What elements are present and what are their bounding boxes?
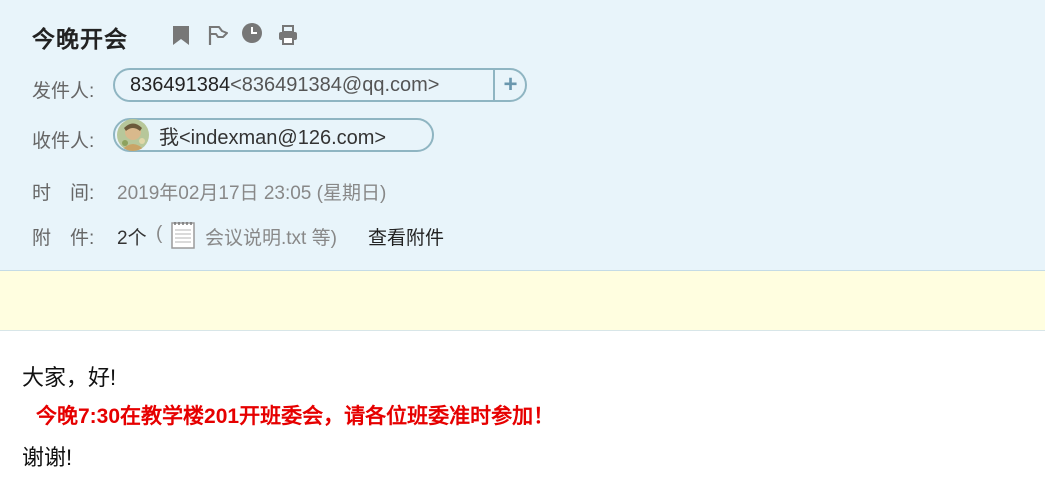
- clock-icon[interactable]: [241, 22, 263, 44]
- recipient-chip[interactable]: 我<indexman@126.com>: [113, 118, 434, 152]
- flag-icon[interactable]: [206, 24, 228, 46]
- text-file-icon: [171, 221, 195, 249]
- attachment-open-paren: (: [156, 223, 163, 244]
- sender-address: <836491384@qq.com>: [230, 73, 440, 96]
- print-icon[interactable]: [277, 24, 299, 46]
- sender-chip[interactable]: 836491384 <836491384@qq.com> +: [113, 68, 527, 102]
- time-value: 2019年02月17日 23:05 (星期日): [117, 183, 387, 204]
- body-highlight: 今晚7:30在教学楼201开班委会，请各位班委准时参加！: [36, 405, 555, 428]
- attachment-label: 附 件:: [32, 228, 95, 249]
- bookmark-icon[interactable]: [170, 24, 192, 46]
- add-contact-button[interactable]: +: [496, 70, 525, 100]
- notice-bar: [0, 271, 1045, 331]
- chip-divider: [493, 70, 495, 100]
- body-thanks: 谢谢!: [22, 445, 73, 470]
- mail-header: 今晚开会 发件人: 836491384 <836491384@qq.com> +…: [0, 0, 1045, 271]
- avatar: [117, 119, 149, 151]
- body-greeting: 大家，好!: [22, 365, 117, 390]
- recipient-text: 我<indexman@126.com>: [159, 126, 387, 149]
- view-attachments-link[interactable]: 查看附件: [368, 223, 444, 250]
- sender-name: 836491384: [130, 73, 231, 96]
- time-label: 时 间:: [32, 183, 95, 204]
- attachment-file-name[interactable]: 会议说明.txt 等): [205, 223, 337, 250]
- sender-label: 发件人:: [32, 81, 95, 102]
- recipient-label: 收件人:: [32, 131, 95, 152]
- mail-subject: 今晚开会: [32, 26, 128, 52]
- attachment-count: 2个: [117, 228, 147, 249]
